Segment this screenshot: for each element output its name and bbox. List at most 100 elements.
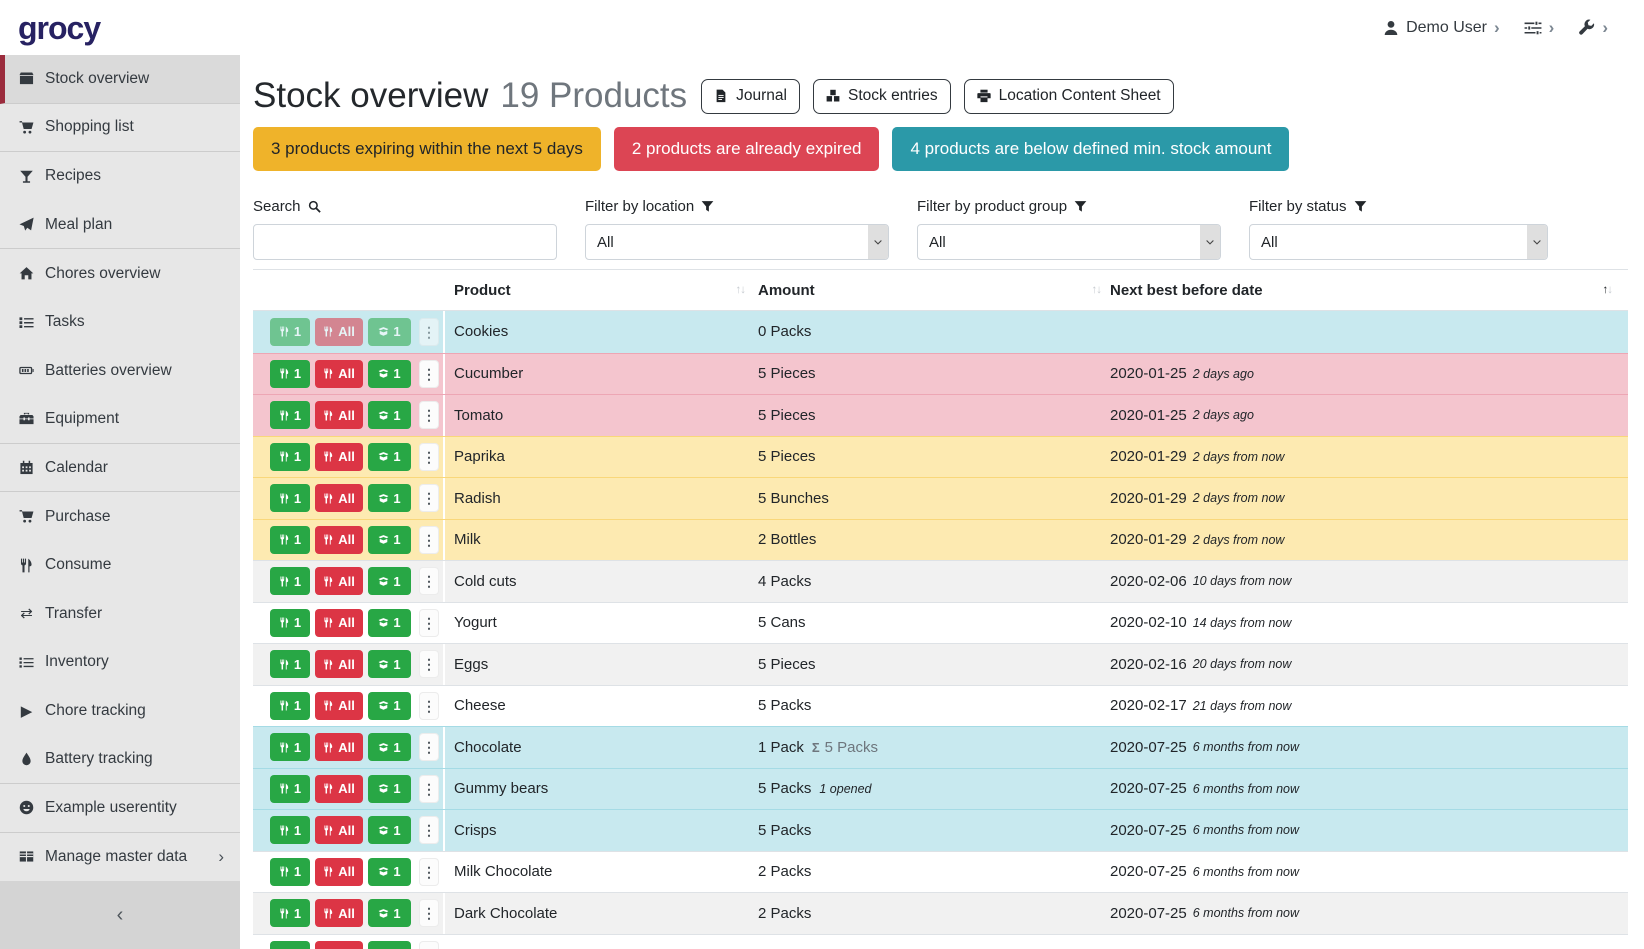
sidebar-item-equipment[interactable]: Equipment bbox=[0, 395, 240, 444]
open-one-button[interactable]: 1 bbox=[368, 941, 411, 949]
row-menu-button[interactable]: ⋮ bbox=[419, 484, 439, 512]
consume-one-button[interactable]: 1 bbox=[270, 360, 310, 388]
sidebar-item-inventory[interactable]: Inventory bbox=[0, 638, 240, 687]
consume-all-button[interactable]: All bbox=[315, 443, 363, 471]
sidebar-item-transfer[interactable]: ⇄Transfer bbox=[0, 590, 240, 639]
consume-one-button[interactable]: 1 bbox=[270, 692, 310, 720]
app-logo[interactable]: grocy bbox=[18, 12, 100, 44]
sidebar-item-meal-plan[interactable]: Meal plan bbox=[0, 201, 240, 250]
row-menu-button[interactable]: ⋮ bbox=[419, 360, 439, 388]
consume-one-button[interactable]: 1 bbox=[270, 941, 310, 949]
open-one-button[interactable]: 1 bbox=[368, 360, 411, 388]
sidebar-item-chores-overview[interactable]: Chores overview bbox=[0, 249, 240, 298]
consume-one-button[interactable]: 1 bbox=[270, 775, 310, 803]
sidebar-collapse-button[interactable]: ‹ bbox=[0, 881, 240, 949]
row-menu-button[interactable]: ⋮ bbox=[419, 650, 439, 678]
settings-menu[interactable]: › bbox=[1524, 19, 1555, 37]
sidebar-item-example-userentity[interactable]: Example userentity bbox=[0, 784, 240, 833]
journal-button[interactable]: Journal bbox=[701, 79, 800, 114]
sidebar-item-battery-tracking[interactable]: Battery tracking bbox=[0, 735, 240, 784]
open-one-button[interactable]: 1 bbox=[368, 816, 411, 844]
consume-all-button[interactable]: All bbox=[315, 567, 363, 595]
row-menu-button[interactable]: ⋮ bbox=[419, 899, 439, 927]
consume-all-button[interactable]: All bbox=[315, 526, 363, 554]
consume-one-button[interactable]: 1 bbox=[270, 650, 310, 678]
open-one-button[interactable]: 1 bbox=[368, 899, 411, 927]
row-menu-button[interactable]: ⋮ bbox=[419, 401, 439, 429]
location-content-sheet-button[interactable]: Location Content Sheet bbox=[964, 79, 1174, 114]
user-menu[interactable]: Demo User › bbox=[1383, 19, 1500, 37]
row-menu-button[interactable]: ⋮ bbox=[419, 526, 439, 554]
consume-one-button[interactable]: 1 bbox=[270, 567, 310, 595]
sidebar-item-consume[interactable]: Consume bbox=[0, 541, 240, 590]
sidebar-item-manage-master-data[interactable]: Manage master data› bbox=[0, 833, 240, 882]
row-menu-button[interactable]: ⋮ bbox=[419, 941, 439, 949]
row-menu-button[interactable]: ⋮ bbox=[419, 858, 439, 886]
consume-all-button[interactable]: All bbox=[315, 360, 363, 388]
open-one-button[interactable]: 1 bbox=[368, 858, 411, 886]
status-filter-select[interactable]: All bbox=[1249, 224, 1548, 260]
consume-one-button[interactable]: 1 bbox=[270, 318, 310, 346]
consume-all-button[interactable]: All bbox=[315, 858, 363, 886]
sidebar-item-stock-overview[interactable]: Stock overview bbox=[0, 55, 240, 104]
consume-all-button[interactable]: All bbox=[315, 401, 363, 429]
column-header-product[interactable]: Product ↑↓ bbox=[445, 270, 749, 310]
open-one-button[interactable]: 1 bbox=[368, 401, 411, 429]
sidebar-item-recipes[interactable]: Recipes bbox=[0, 152, 240, 201]
consume-one-button[interactable]: 1 bbox=[270, 401, 310, 429]
open-one-button[interactable]: 1 bbox=[368, 650, 411, 678]
open-one-button[interactable]: 1 bbox=[368, 733, 411, 761]
consume-one-button[interactable]: 1 bbox=[270, 609, 310, 637]
row-menu-button[interactable]: ⋮ bbox=[419, 443, 439, 471]
location-filter-select[interactable]: All bbox=[585, 224, 889, 260]
consume-all-button[interactable]: All bbox=[315, 733, 363, 761]
open-one-button[interactable]: 1 bbox=[368, 692, 411, 720]
consume-all-button[interactable]: All bbox=[315, 318, 363, 346]
consume-one-button[interactable]: 1 bbox=[270, 443, 310, 471]
status-banner[interactable]: 4 products are below defined min. stock … bbox=[892, 127, 1289, 171]
consume-one-button[interactable]: 1 bbox=[270, 526, 310, 554]
consume-all-button[interactable]: All bbox=[315, 692, 363, 720]
open-one-button[interactable]: 1 bbox=[368, 484, 411, 512]
sidebar-item-calendar[interactable]: Calendar bbox=[0, 444, 240, 493]
sidebar-item-chore-tracking[interactable]: ▶Chore tracking bbox=[0, 687, 240, 736]
open-one-button[interactable]: 1 bbox=[368, 526, 411, 554]
consume-one-button[interactable]: 1 bbox=[270, 484, 310, 512]
sidebar-item-shopping-list[interactable]: Shopping list bbox=[0, 104, 240, 153]
column-header-amount[interactable]: Amount ↑↓ bbox=[749, 270, 1101, 310]
open-one-button[interactable]: 1 bbox=[368, 443, 411, 471]
consume-all-button[interactable]: All bbox=[315, 816, 363, 844]
row-menu-button[interactable]: ⋮ bbox=[419, 567, 439, 595]
consume-one-button[interactable]: 1 bbox=[270, 899, 310, 927]
consume-all-button[interactable]: All bbox=[315, 609, 363, 637]
row-menu-button[interactable]: ⋮ bbox=[419, 692, 439, 720]
consume-one-button[interactable]: 1 bbox=[270, 733, 310, 761]
ellipsis-v-icon: ⋮ bbox=[422, 491, 436, 505]
sidebar-item-batteries-overview[interactable]: Batteries overview bbox=[0, 347, 240, 396]
search-input[interactable] bbox=[253, 224, 557, 260]
consume-all-button[interactable]: All bbox=[315, 899, 363, 927]
sidebar-item-purchase[interactable]: Purchase bbox=[0, 492, 240, 541]
row-menu-button[interactable]: ⋮ bbox=[419, 733, 439, 761]
row-menu-button[interactable]: ⋮ bbox=[419, 609, 439, 637]
consume-one-button[interactable]: 1 bbox=[270, 858, 310, 886]
row-menu-button[interactable]: ⋮ bbox=[419, 318, 439, 346]
open-one-button[interactable]: 1 bbox=[368, 567, 411, 595]
row-menu-button[interactable]: ⋮ bbox=[419, 775, 439, 803]
sidebar-item-tasks[interactable]: Tasks bbox=[0, 298, 240, 347]
status-banner[interactable]: 2 products are already expired bbox=[614, 127, 880, 171]
open-one-button[interactable]: 1 bbox=[368, 318, 411, 346]
open-one-button[interactable]: 1 bbox=[368, 609, 411, 637]
row-menu-button[interactable]: ⋮ bbox=[419, 816, 439, 844]
product-group-filter-select[interactable]: All bbox=[917, 224, 1221, 260]
consume-all-button[interactable]: All bbox=[315, 941, 363, 949]
column-header-next-best-before-date[interactable]: Next best before date ↑↓ bbox=[1101, 270, 1628, 310]
open-one-button[interactable]: 1 bbox=[368, 775, 411, 803]
consume-all-button[interactable]: All bbox=[315, 775, 363, 803]
status-banner[interactable]: 3 products expiring within the next 5 da… bbox=[253, 127, 601, 171]
stock-entries-button[interactable]: Stock entries bbox=[813, 79, 951, 114]
admin-menu[interactable]: › bbox=[1578, 19, 1608, 36]
consume-one-button[interactable]: 1 bbox=[270, 816, 310, 844]
consume-all-button[interactable]: All bbox=[315, 650, 363, 678]
consume-all-button[interactable]: All bbox=[315, 484, 363, 512]
